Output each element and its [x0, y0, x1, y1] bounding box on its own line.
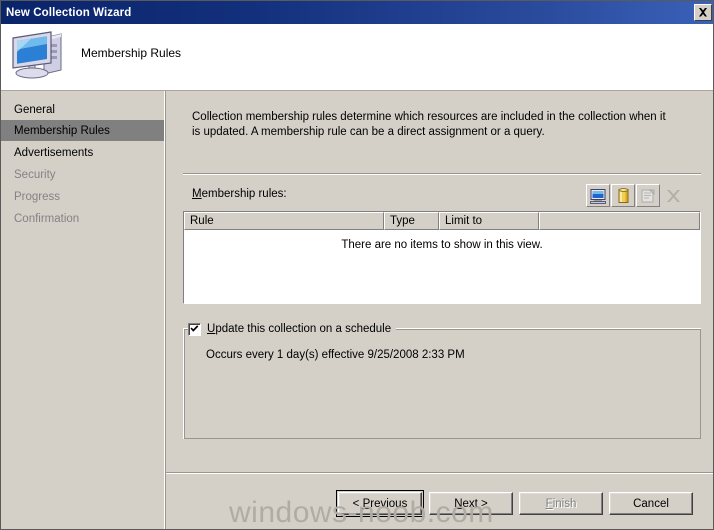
next-button[interactable]: Next >: [429, 492, 513, 515]
column-header-type[interactable]: Type: [384, 212, 439, 230]
column-header-rule[interactable]: Rule: [184, 212, 384, 230]
update-on-schedule-checkbox[interactable]: [188, 322, 201, 336]
add-direct-rule-button[interactable]: [586, 184, 610, 207]
sidebar-item-label: Confirmation: [14, 212, 80, 225]
computer-icon: [12, 31, 62, 79]
finish-button: Finish: [519, 492, 603, 515]
rules-toolbar: [586, 184, 686, 208]
wizard-header: Membership Rules: [1, 24, 713, 91]
checkmark-icon: [190, 325, 199, 332]
accelerator-letter: N: [454, 497, 463, 510]
horizontal-separator: [183, 173, 701, 175]
computer-icon: [589, 188, 606, 204]
sidebar-item-confirmation: Confirmation: [1, 208, 164, 229]
listview-body[interactable]: There are no items to show in this view.: [184, 230, 700, 303]
add-query-rule-button[interactable]: [611, 184, 635, 207]
new-collection-wizard-window: New Collection Wizard Membership Rules G…: [0, 0, 714, 530]
previous-button[interactable]: < Previous: [336, 490, 424, 517]
sidebar-item-label: Progress: [14, 190, 61, 203]
page-title: Membership Rules: [81, 46, 182, 60]
accelerator-letter: F: [545, 497, 553, 510]
sidebar-item-membership-rules[interactable]: Membership Rules: [1, 120, 164, 141]
membership-rules-listview[interactable]: Rule Type Limit to There are no items to…: [183, 211, 701, 304]
label-text: embership rules:: [201, 188, 287, 200]
sidebar-item-security: Security: [1, 164, 164, 185]
sidebar-item-progress: Progress: [1, 186, 164, 207]
groupbox-border: [184, 329, 701, 439]
window-title: New Collection Wizard: [6, 6, 132, 19]
label-text: pdate this collection on a schedule: [215, 323, 392, 335]
button-label: Cancel: [633, 497, 669, 510]
listview-header: Rule Type Limit to: [184, 212, 700, 230]
title-bar: New Collection Wizard: [1, 1, 713, 24]
sidebar-item-label: Membership Rules: [14, 124, 110, 137]
button-label: Next >: [454, 497, 488, 510]
button-label: < Previous: [352, 497, 408, 510]
sidebar-item-general[interactable]: General: [1, 99, 164, 120]
intro-description: Collection membership rules determine wh…: [192, 111, 666, 138]
empty-state-message: There are no items to show in this view.: [341, 239, 543, 251]
sidebar-item-label: General: [14, 103, 55, 116]
column-header-limit-to[interactable]: Limit to: [439, 212, 539, 230]
column-header-filler[interactable]: [539, 212, 700, 230]
wizard-navigation-bar: < Previous Next > Finish Cancel: [166, 474, 713, 529]
schedule-groupbox: Update this collection on a schedule Occ…: [183, 321, 701, 439]
schedule-legend: Update this collection on a schedule: [188, 321, 397, 337]
content-pane: Collection membership rules determine wh…: [166, 91, 713, 529]
accelerator-letter: M: [192, 188, 202, 200]
button-label: Finish: [545, 497, 577, 510]
sidebar-item-label: Advertisements: [14, 146, 94, 159]
wizard-sidebar: General Membership Rules Advertisements …: [1, 91, 165, 529]
close-button[interactable]: [694, 4, 712, 21]
database-icon: [618, 187, 628, 203]
update-on-schedule-label[interactable]: Update this collection on a schedule: [207, 323, 391, 335]
membership-rules-label: Membership rules:: [192, 188, 287, 200]
accelerator-letter: P: [362, 497, 371, 510]
close-icon: [699, 8, 707, 17]
schedule-description: Occurs every 1 day(s) effective 9/25/200…: [206, 349, 465, 361]
sidebar-item-label: Security: [14, 168, 56, 181]
cancel-button[interactable]: Cancel: [609, 492, 693, 515]
delete-rule-button: [661, 184, 685, 207]
delete-x-icon: [666, 189, 680, 202]
properties-icon: [641, 189, 654, 202]
sidebar-item-advertisements[interactable]: Advertisements: [1, 142, 164, 163]
rule-properties-button: [636, 184, 660, 207]
